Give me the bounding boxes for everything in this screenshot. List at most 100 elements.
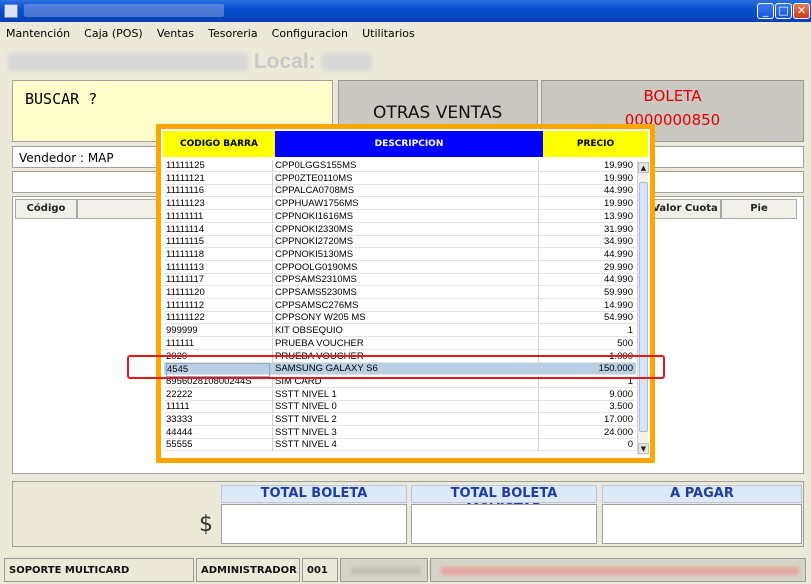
scroll-down-icon[interactable]: ▼ — [638, 443, 649, 454]
product-code: 11111 — [166, 401, 190, 413]
product-row[interactable]: 33333 SSTT NIVEL 2 17.000 — [164, 414, 636, 426]
product-code: 11111118 — [166, 248, 205, 260]
product-description: SSTT NIVEL 1 — [272, 388, 538, 401]
product-price: 24.000 — [538, 426, 636, 439]
product-price: 17.000 — [538, 414, 636, 426]
product-description: PRUEBA VOUCHER — [272, 337, 538, 350]
close-button[interactable]: ✕ — [793, 3, 810, 19]
product-row[interactable]: 44444 SSTT NIVEL 3 24.000 — [164, 426, 636, 439]
product-price: 13.990 — [538, 210, 636, 223]
maximize-button[interactable]: □ — [775, 3, 792, 19]
product-price: 54.990 — [538, 312, 636, 325]
scroll-up-icon[interactable]: ▲ — [638, 162, 649, 173]
product-description: CPPNOKI2330MS — [272, 223, 538, 236]
product-row[interactable]: 11111115 CPPNOKI2720MS 34.990 — [164, 236, 636, 249]
product-code: 11111114 — [166, 223, 205, 235]
product-code: 11111121 — [166, 172, 205, 184]
product-row[interactable]: 11111123 CPPHUAW1756MS 19.990 — [164, 198, 636, 211]
product-row[interactable]: 11111122 CPPSONY W205 MS 54.990 — [164, 312, 636, 325]
product-row[interactable]: 11111121 CPP0ZTE0110MS 19.990 — [164, 172, 636, 185]
product-row[interactable]: 11111 SSTT NIVEL 0 3.500 — [164, 401, 636, 414]
col-header-valor-cuota[interactable]: Valor Cuota — [649, 199, 721, 219]
product-description: CPPHUAW1756MS — [272, 198, 538, 211]
product-description: CPPSAMS5230MS — [272, 287, 538, 299]
menu-tesoreria[interactable]: Tesoreria — [202, 24, 260, 40]
menu-ventas[interactable]: Ventas — [151, 24, 197, 40]
status-soporte: SOPORTE MULTICARD — [4, 558, 194, 582]
product-row[interactable]: 11111120 CPPSAMS5230MS 59.990 — [164, 287, 636, 299]
app-window: _ □ ✕ Mantención Caja (POS) Ventas Tesor… — [0, 0, 811, 584]
product-row[interactable]: 11111118 CPPNOKI5130MS 44.990 — [164, 248, 636, 261]
product-row[interactable]: 11111117 CPPSAMS2310MS 44.990 — [164, 274, 636, 287]
status-user: ADMINISTRADOR — [196, 558, 300, 582]
product-description: SSTT NIVEL 2 — [272, 414, 538, 426]
product-description: SSTT NIVEL 0 — [272, 401, 538, 414]
col-header-codigo[interactable]: Código — [15, 199, 77, 219]
a-pagar-header: A PAGAR — [602, 485, 802, 503]
scroll-thumb[interactable] — [639, 182, 648, 432]
product-description: CPP0LGGS155MS — [272, 160, 538, 172]
total-movistar-value — [411, 504, 597, 544]
col-header-pie[interactable]: Pie — [721, 199, 797, 219]
menu-caja-pos[interactable]: Caja (POS) — [78, 24, 146, 40]
product-code: 11111117 — [166, 274, 205, 286]
product-price: 14.990 — [538, 299, 636, 312]
app-icon — [4, 4, 18, 18]
vendedor-label: Vendedor : MAP — [19, 151, 114, 165]
product-code: 999999 — [166, 325, 198, 337]
title-bar[interactable]: _ □ ✕ — [0, 0, 811, 22]
product-list-scrollbar[interactable]: ▲ ▼ — [637, 162, 649, 455]
product-list[interactable]: 11111125 CPP0LGGS155MS 19.990 11111121 CPP0Z… — [164, 160, 636, 455]
product-code: 11111115 — [166, 236, 205, 248]
popup-header-descripcion[interactable]: DESCRIPCION — [275, 131, 543, 157]
product-description: SSTT NIVEL 4 — [272, 439, 538, 452]
product-price: 3.500 — [538, 401, 636, 414]
product-code: 22222 — [166, 388, 193, 400]
popup-header-codigo[interactable]: CODIGO BARRA — [163, 131, 275, 157]
product-row[interactable]: 999999 KIT OBSEQUIO 1 — [164, 325, 636, 338]
product-price: 500 — [538, 337, 636, 350]
product-row[interactable]: 11111116 CPPALCA0708MS 44.990 — [164, 185, 636, 198]
status-info-blurred — [430, 558, 806, 582]
product-price: 19.990 — [538, 198, 636, 211]
product-row[interactable]: 22222 SSTT NIVEL 1 9.000 — [164, 388, 636, 401]
local-number-blurred — [321, 53, 372, 72]
product-code: 11111113 — [166, 261, 205, 273]
minimize-button[interactable]: _ — [757, 3, 774, 19]
product-description: CPPALCA0708MS — [272, 185, 538, 198]
product-price: 59.990 — [538, 287, 636, 299]
menu-configuracion[interactable]: Configuracion — [266, 24, 351, 40]
product-row[interactable]: 111111 PRUEBA VOUCHER 500 — [164, 337, 636, 350]
currency-symbol: $ — [199, 512, 213, 537]
product-row[interactable]: 11111113 CPPOOLG0190MS 29.990 — [164, 261, 636, 274]
product-row[interactable]: 11111111 CPPNOKI1616MS 13.990 — [164, 210, 636, 223]
product-row[interactable]: 11111125 CPP0LGGS155MS 19.990 — [164, 160, 636, 172]
product-code: 44444 — [166, 426, 193, 438]
product-price: 19.990 — [538, 172, 636, 185]
product-description: CPPSAMS2310MS — [272, 274, 538, 287]
product-row[interactable]: 11111112 CPPSAMSC276MS 14.990 — [164, 299, 636, 312]
product-code: 33333 — [166, 414, 193, 425]
product-row[interactable]: 55555 SSTT NIVEL 40 — [164, 439, 636, 452]
menu-bar: Mantención Caja (POS) Ventas Tesoreria C… — [0, 22, 811, 42]
menu-utilitarios[interactable]: Utilitarios — [356, 24, 418, 40]
product-row[interactable]: 11111114 CPPNOKI2330MS 31.990 — [164, 223, 636, 236]
product-code: 11111122 — [166, 312, 205, 324]
product-price: 19.990 — [538, 160, 636, 172]
menu-mantencion[interactable]: Mantención — [0, 24, 73, 40]
product-price: 0 — [538, 439, 636, 452]
product-price: 1 — [538, 325, 636, 338]
status-caja: 001 — [302, 558, 338, 582]
popup-content: CODIGO BARRA DESCRIPCION PRECIO 11111125… — [161, 129, 650, 458]
product-price: 31.990 — [538, 223, 636, 236]
status-bar: SOPORTE MULTICARD ADMINISTRADOR 001 — [0, 556, 811, 582]
boleta-title: BOLETA — [643, 87, 702, 105]
popup-header-precio[interactable]: PRECIO — [543, 131, 648, 157]
product-description: CPPNOKI5130MS — [272, 248, 538, 261]
product-price: 44.990 — [538, 248, 636, 261]
total-boleta-value — [221, 504, 407, 544]
company-name-blurred — [8, 53, 248, 72]
product-description: CPPSONY W205 MS — [272, 312, 538, 325]
product-description: KIT OBSEQUIO — [272, 325, 538, 338]
window-title-blurred — [24, 4, 224, 17]
